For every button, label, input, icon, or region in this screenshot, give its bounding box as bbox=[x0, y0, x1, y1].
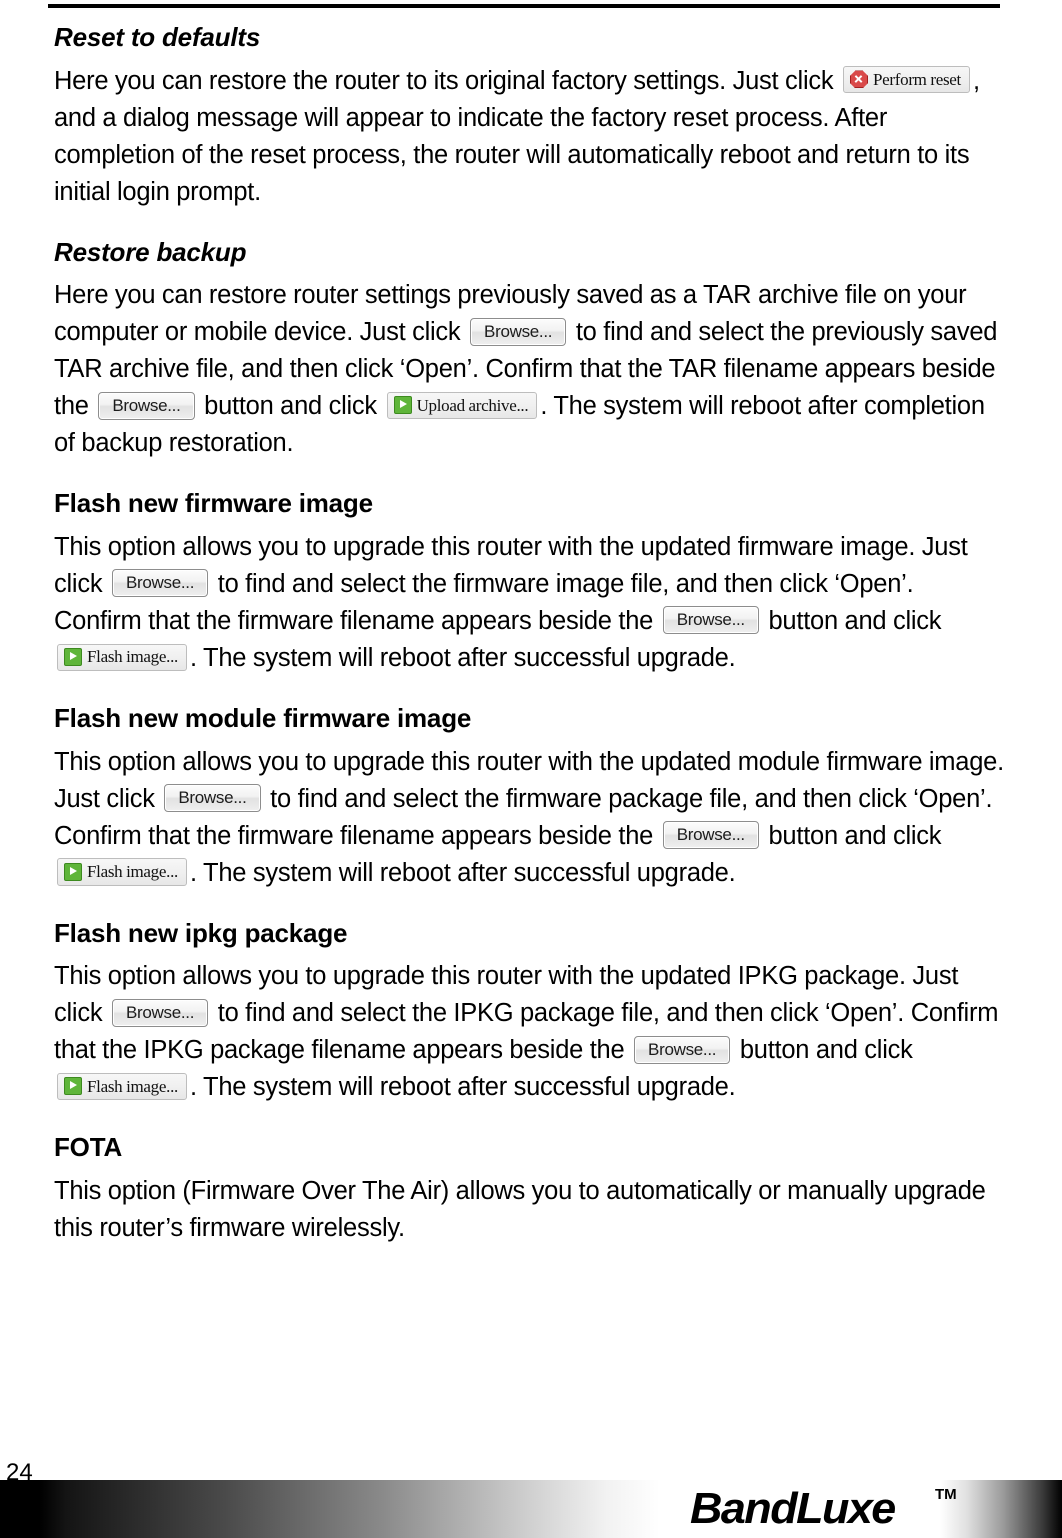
perform-reset-button-label: Perform reset bbox=[873, 69, 961, 89]
green-play-icon bbox=[393, 396, 412, 415]
text-run: . The system will reboot after successfu… bbox=[189, 1073, 736, 1102]
flash-image-button-label: Flash image... bbox=[87, 862, 178, 881]
browse-button[interactable]: Browse... bbox=[98, 391, 195, 420]
browse-button[interactable]: Browse... bbox=[634, 1035, 731, 1064]
section-heading-flash-new-firmware-image: Flash new firmware image bbox=[54, 488, 373, 519]
section-heading-restore-backup: Restore backup bbox=[54, 236, 247, 267]
section-heading-reset-to-defaults: Reset to defaults bbox=[54, 22, 261, 52]
upload-archive-button-label: Upload archive... bbox=[416, 395, 529, 415]
section-body-fota: This option (Firmware Over The Air) allo… bbox=[54, 1173, 1004, 1247]
browse-button[interactable]: Browse... bbox=[164, 783, 261, 812]
red-octagon-x-icon bbox=[850, 70, 868, 89]
section-flash-new-module-firmware-image: Flash new module firmware image This opt… bbox=[54, 703, 1004, 892]
flash-image-button-label: Flash image... bbox=[87, 1076, 178, 1096]
browse-button[interactable]: Browse... bbox=[111, 998, 209, 1027]
section-reset-to-defaults: Reset to defaults Here you can restore t… bbox=[54, 22, 1004, 211]
trademark-symbol: TM bbox=[935, 1486, 957, 1503]
section-body-reset-to-defaults: Here you can restore the router to its o… bbox=[54, 63, 1004, 211]
bandluxe-logo: BandLuxe bbox=[690, 1484, 896, 1533]
section-heading-fota: FOTA bbox=[54, 1132, 123, 1163]
section-restore-backup: Restore backup Here you can restore rout… bbox=[54, 237, 1004, 463]
green-play-icon bbox=[64, 862, 82, 881]
browse-button[interactable]: Browse... bbox=[470, 317, 567, 346]
flash-image-button[interactable]: Flash image... bbox=[57, 858, 187, 886]
upload-archive-button[interactable]: Upload archive... bbox=[386, 392, 538, 420]
text-run: button and click bbox=[733, 1036, 913, 1065]
text-run: . The system will reboot after successfu… bbox=[189, 644, 736, 673]
section-flash-new-ipkg-package: Flash new ipkg package This option allow… bbox=[54, 918, 1004, 1107]
flash-image-button[interactable]: Flash image... bbox=[57, 1073, 187, 1101]
browse-button[interactable]: Browse... bbox=[111, 569, 209, 598]
text-run: This option (Firmware Over The Air) allo… bbox=[54, 1177, 986, 1243]
section-body-flash-new-module-firmware-image: This option allows you to upgrade this r… bbox=[54, 744, 1004, 892]
text-run: button and click bbox=[761, 607, 942, 636]
header-rule bbox=[48, 4, 1000, 8]
flash-image-button[interactable]: Flash image... bbox=[57, 643, 187, 671]
text-run: . The system will reboot after successfu… bbox=[189, 858, 736, 887]
green-play-icon bbox=[64, 647, 82, 666]
flash-image-button-label: Flash image... bbox=[87, 647, 178, 667]
browse-button[interactable]: Browse... bbox=[662, 820, 759, 849]
text-run: button and click bbox=[197, 392, 384, 421]
section-heading-flash-new-module-firmware-image: Flash new module firmware image bbox=[54, 703, 472, 734]
text-run: button and click bbox=[761, 821, 942, 850]
text-run: Here you can restore the router to its o… bbox=[54, 66, 840, 95]
manual-page: Reset to defaults Here you can restore t… bbox=[0, 0, 1062, 1538]
section-heading-flash-new-ipkg-package: Flash new ipkg package bbox=[54, 917, 348, 948]
section-fota: FOTA This option (Firmware Over The Air)… bbox=[54, 1132, 1004, 1247]
page-footer: BandLuxe TM bbox=[0, 1480, 1062, 1538]
green-play-icon bbox=[64, 1077, 82, 1096]
footer-gradient-right bbox=[940, 1480, 1062, 1538]
section-body-flash-new-ipkg-package: This option allows you to upgrade this r… bbox=[54, 958, 1004, 1106]
section-flash-new-firmware-image: Flash new firmware image This option all… bbox=[54, 488, 1004, 677]
footer-gradient-left bbox=[0, 1480, 660, 1538]
page-content: Reset to defaults Here you can restore t… bbox=[54, 22, 1004, 1273]
browse-button[interactable]: Browse... bbox=[662, 606, 759, 635]
perform-reset-button[interactable]: Perform reset bbox=[843, 66, 970, 94]
section-body-restore-backup: Here you can restore router settings pre… bbox=[54, 277, 1004, 462]
section-body-flash-new-firmware-image: This option allows you to upgrade this r… bbox=[54, 529, 1004, 677]
